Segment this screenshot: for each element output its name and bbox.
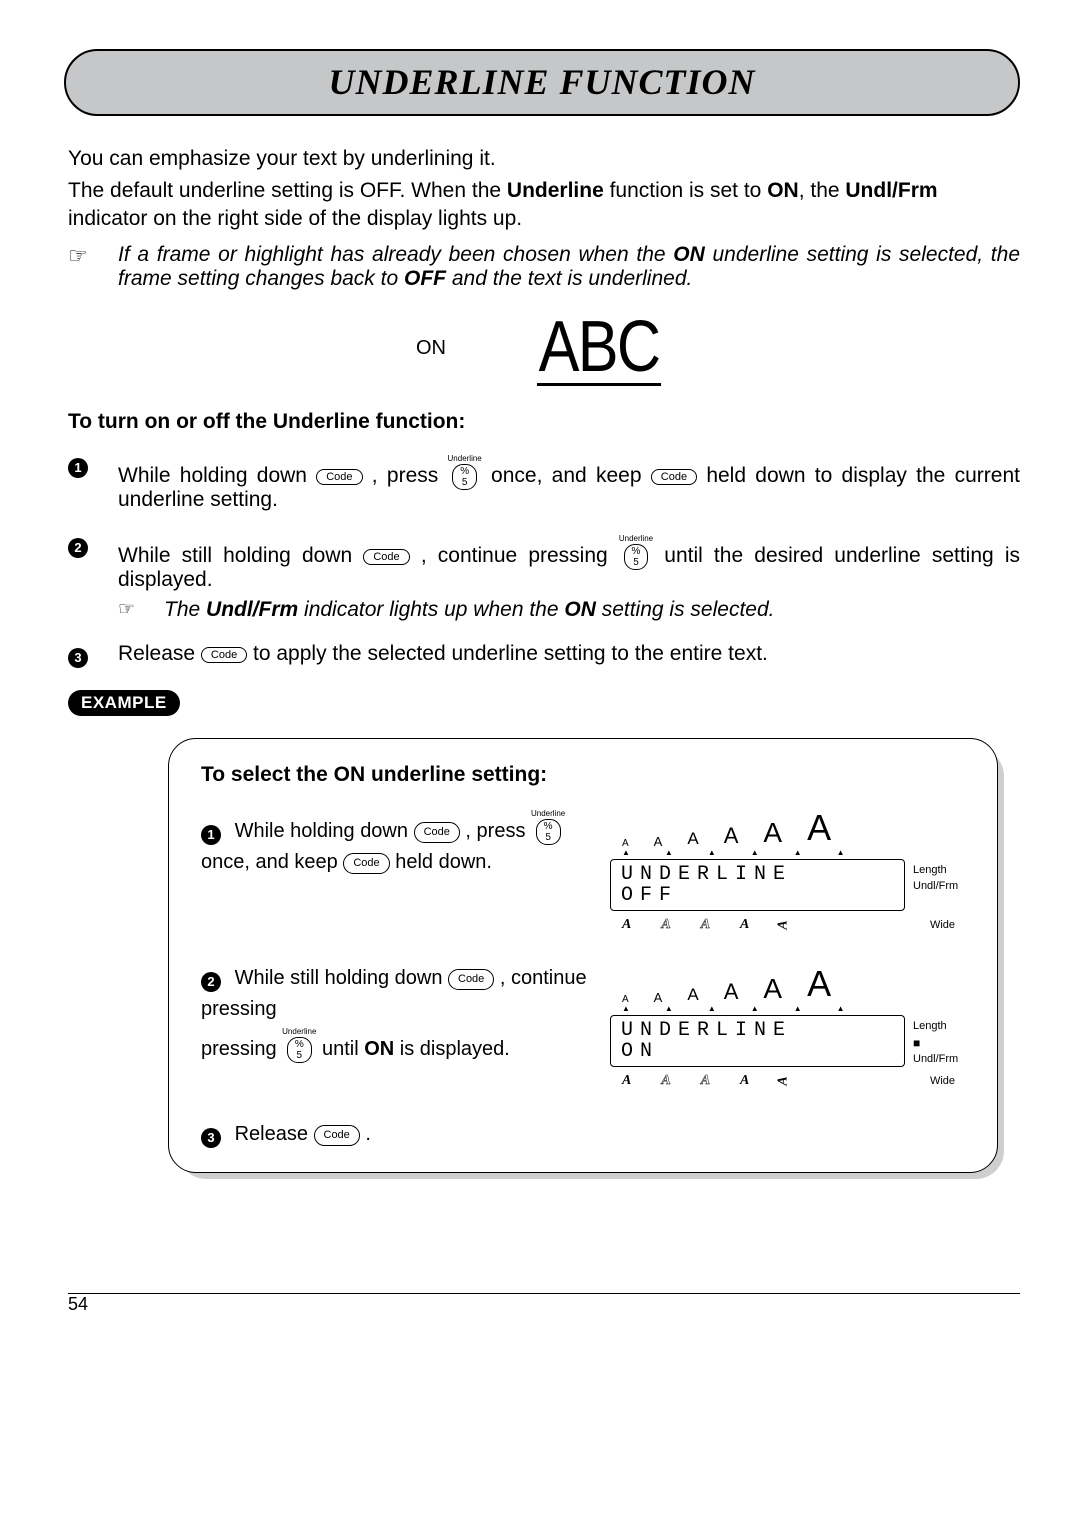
example-label: EXAMPLE [68,690,180,716]
page-number: 54 [68,1294,88,1314]
key-code: Code [316,469,362,485]
lcd-length-label: Length [913,863,965,878]
step-number-2: 2 [201,972,221,992]
lcd-undlfrm-label: Undl/Frm [913,879,965,894]
example-step-3: 3 Release Code . [201,1119,965,1150]
example-step-2: 2 While still holding down Code , contin… [201,963,965,1089]
page-footer: 54 [68,1293,1020,1315]
undlfrm-indicator-icon: ■ [913,1036,920,1050]
key-code: Code [651,469,697,485]
key-underline: Underline %5 [531,810,565,845]
lcd-screen: UNDERLINE ON [610,1015,905,1067]
section-title-bar: UNDERLINE FUNCTION [64,49,1020,116]
lcd-wide-label: Wide [930,919,955,931]
step-number-3: 3 [68,648,88,668]
key-code: Code [314,1125,360,1146]
example-heading: To select the ON underline setting: [201,763,965,787]
illustration-text-abc: ABC [537,311,661,386]
lcd-wide-label: Wide [930,1075,955,1087]
key-code: Code [414,822,460,843]
note-frame-highlight: ☞ If a frame or highlight has already be… [68,243,1020,291]
lcd-screen: UNDERLINE OFF [610,859,905,911]
key-code: Code [448,969,494,990]
step-2-note: ☞ The Undl/Frm indicator lights up when … [118,598,1020,622]
step-1: 1 While holding down Code , press Underl… [68,452,1020,512]
lcd-display-off: A A A A A A ▲▲▲▲▲▲ UNDERLINE OFF [610,807,965,933]
step-3: 3 Release Code to apply the selected und… [68,642,1020,666]
intro-paragraph-2: The default underline setting is OFF. Wh… [68,177,1020,233]
pointing-hand-icon: ☞ [68,243,118,291]
pointing-hand-icon: ☞ [118,598,164,622]
intro-paragraph-1: You can emphasize your text by underlini… [68,145,1020,173]
example-step-1: 1 While holding down Code , press Underl… [201,807,965,933]
illustration-label-on: ON [416,337,446,360]
step-2: 2 While still holding down Code , contin… [68,532,1020,622]
lcd-undlfrm-label: Undl/Frm [913,1053,958,1065]
step-number-2: 2 [68,538,88,558]
step-number-1: 1 [68,458,88,478]
illustration-abc: ON ABC [68,311,1020,386]
lcd-display-on: A A A A A A ▲▲▲▲▲▲ UNDERLINE ON [610,963,965,1089]
key-underline: Underline %5 [619,535,653,570]
step-number-1: 1 [201,825,221,845]
procedure-heading: To turn on or off the Underline function… [68,410,1020,434]
example-box: To select the ON underline setting: 1 Wh… [168,738,998,1173]
section-title: UNDERLINE FUNCTION [66,51,1018,113]
key-underline: Underline %5 [282,1028,316,1063]
step-number-3: 3 [201,1128,221,1148]
key-underline: Underline %5 [448,455,482,490]
key-code: Code [363,549,409,565]
key-code: Code [201,647,247,663]
lcd-length-label: Length [913,1019,965,1034]
key-code: Code [343,853,389,874]
